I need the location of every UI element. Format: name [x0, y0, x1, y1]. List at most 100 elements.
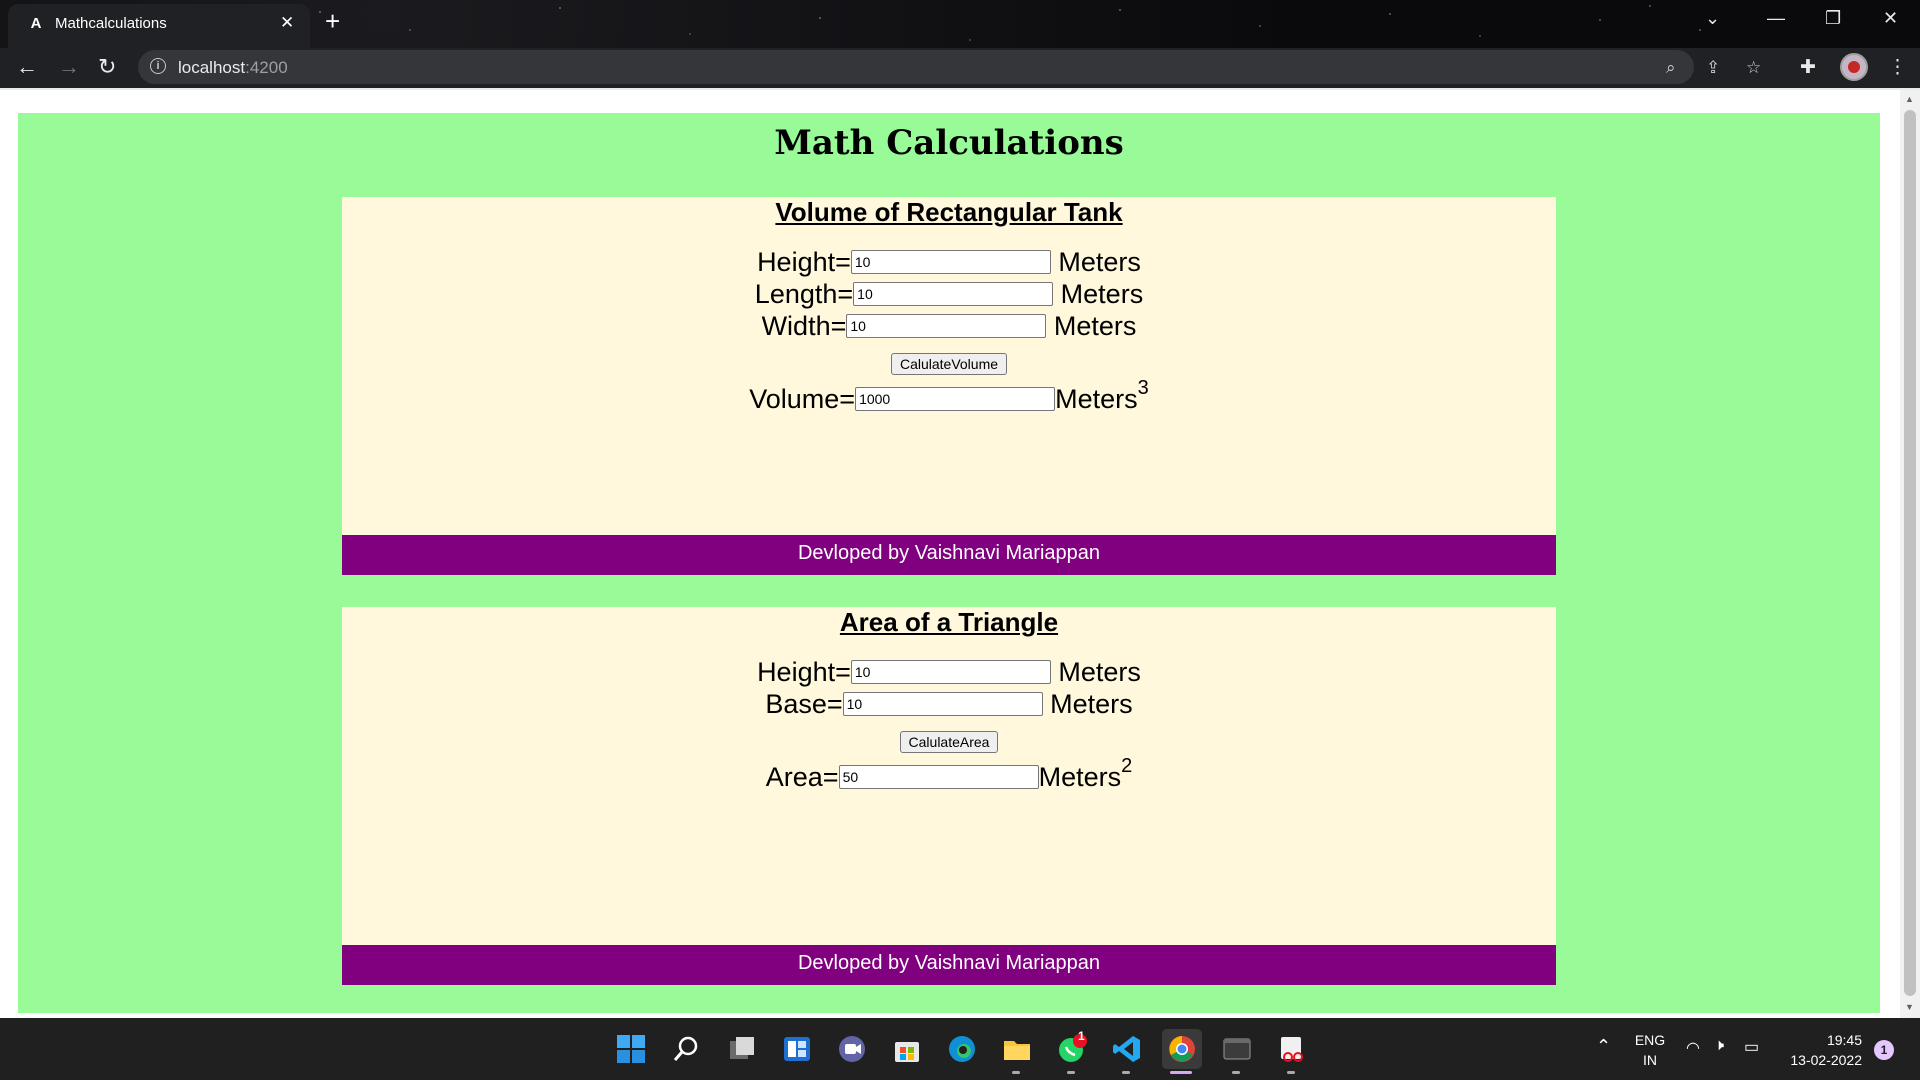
angular-favicon-icon: A [30, 15, 42, 32]
running-indicator [1232, 1071, 1240, 1074]
area-button-row: CalulateArea [342, 731, 1556, 753]
volume-card-heading: Volume of Rectangular Tank [775, 197, 1123, 227]
chrome-active-icon[interactable] [1162, 1029, 1202, 1069]
area-card: Area of a Triangle Height= Meters Base= … [342, 607, 1556, 985]
height-unit: Meters [1058, 247, 1141, 277]
volume-card: Volume of Rectangular Tank Height= Meter… [342, 197, 1556, 575]
microsoft-store-icon[interactable] [891, 1033, 923, 1065]
triangle-height-input[interactable] [850, 659, 1051, 684]
length-row: Length= Meters [342, 279, 1556, 310]
calculate-area-button[interactable]: CalulateArea [899, 731, 999, 753]
share-icon[interactable]: ⇪ [1706, 58, 1720, 78]
page-viewport: Math Calculations Volume of Rectangular … [0, 90, 1900, 1018]
length-unit: Meters [1060, 279, 1144, 309]
volume-button-row: CalulateVolume [342, 353, 1556, 375]
widgets-icon[interactable] [781, 1033, 813, 1065]
page-title: Math Calculations [774, 123, 1124, 163]
whatsapp-badge: 1 [1078, 1029, 1085, 1043]
running-indicator [1012, 1071, 1020, 1074]
reload-icon[interactable]: ↻ [98, 54, 116, 80]
browser-tab[interactable]: A Mathcalculations ✕ [8, 4, 310, 48]
tab-search-icon[interactable]: ⌄ [1705, 8, 1720, 29]
triangle-height-row: Height= Meters [342, 657, 1556, 688]
clock[interactable]: 19:45 13-02-2022 [1780, 1030, 1862, 1070]
width-label: Width= [761, 311, 847, 341]
terminal-icon[interactable] [1221, 1033, 1253, 1065]
height-input[interactable] [850, 249, 1051, 274]
task-view-icon[interactable] [726, 1033, 758, 1065]
browser-titlebar: A Mathcalculations ✕ + ⌄ — ❐ ✕ [0, 0, 1920, 48]
battery-icon[interactable]: ▭ [1744, 1037, 1759, 1057]
vscode-icon[interactable] [1111, 1033, 1143, 1065]
windows-taskbar: 1 ⌃ ENG IN ◠ 🕨 ▭ 19:45 13-02-2022 1 [0, 1018, 1920, 1080]
language-code: ENG [1634, 1032, 1666, 1048]
restore-icon[interactable]: ❐ [1825, 8, 1841, 29]
minimize-icon[interactable]: — [1767, 8, 1785, 29]
area-result-input[interactable] [838, 764, 1039, 789]
extensions-icon[interactable]: ✚ [1800, 56, 1816, 79]
address-bar[interactable]: i localhost:4200 ⌕ ⇪ ☆ [138, 50, 1761, 84]
base-label: Base= [765, 689, 843, 719]
width-unit: Meters [1053, 311, 1137, 341]
volume-card-footer: Devloped by Vaishnavi Mariappan [342, 535, 1556, 575]
browser-toolbar: ← → ↻ i localhost:4200 ⌕ ⇪ ☆ ✚ ⋮ [0, 48, 1920, 88]
page-scrollbar[interactable]: ▲ ▼ [1900, 90, 1920, 1018]
wifi-icon[interactable]: ◠ [1686, 1038, 1700, 1058]
snipping-tool-icon[interactable] [1276, 1033, 1308, 1065]
volume-result-input[interactable] [855, 386, 1056, 411]
close-window-icon[interactable]: ✕ [1883, 8, 1898, 29]
show-hidden-icons-icon[interactable]: ⌃ [1596, 1036, 1611, 1057]
area-card-heading: Area of a Triangle [839, 607, 1059, 637]
width-row: Width= Meters [342, 311, 1556, 342]
length-input[interactable] [853, 281, 1054, 306]
region-code: IN [1643, 1052, 1657, 1068]
url-text: localhost:4200 [178, 58, 288, 77]
area-result-exponent: 2 [1121, 755, 1133, 777]
triangle-height-label: Height= [757, 657, 851, 687]
file-explorer-icon[interactable] [1001, 1033, 1033, 1065]
back-icon[interactable]: ← [16, 54, 38, 80]
area-result-unit: Meters [1038, 762, 1122, 792]
height-row: Height= Meters [342, 247, 1556, 278]
tab-title: Mathcalculations [55, 15, 167, 32]
scroll-down-icon[interactable]: ▼ [1905, 1002, 1914, 1012]
area-result-label: Area= [765, 762, 839, 792]
new-tab-icon[interactable]: + [325, 6, 340, 37]
profile-avatar[interactable] [1840, 53, 1868, 81]
active-indicator [1170, 1071, 1192, 1074]
height-label: Height= [757, 247, 851, 277]
clock-date: 13-02-2022 [1790, 1052, 1862, 1068]
running-indicator [1287, 1071, 1295, 1074]
area-result-row: Area= Meters2 [342, 755, 1556, 793]
base-input[interactable] [842, 691, 1043, 716]
width-input[interactable] [846, 313, 1047, 338]
edge-browser-icon[interactable] [946, 1033, 978, 1065]
start-windows-icon[interactable] [615, 1033, 647, 1065]
calculate-volume-button[interactable]: CalulateVolume [890, 353, 1008, 375]
menu-icon[interactable]: ⋮ [1888, 56, 1907, 79]
base-unit: Meters [1050, 689, 1133, 719]
volume-result-label: Volume= [749, 384, 856, 414]
scroll-up-icon[interactable]: ▲ [1905, 94, 1914, 104]
scrollbar-thumb[interactable] [1904, 110, 1916, 996]
length-label: Length= [754, 279, 854, 309]
triangle-height-unit: Meters [1058, 657, 1141, 687]
zoom-icon[interactable]: ⌕ [1666, 58, 1676, 78]
close-tab-icon[interactable]: ✕ [280, 13, 294, 33]
volume-muted-icon[interactable]: 🕨 [1714, 1037, 1724, 1055]
notification-badge[interactable]: 1 [1874, 1040, 1894, 1060]
teams-chat-icon[interactable] [836, 1033, 868, 1065]
base-row: Base= Meters [342, 689, 1556, 720]
running-indicator [1067, 1071, 1075, 1074]
running-indicator [1122, 1071, 1130, 1074]
site-info-icon[interactable]: i [150, 58, 166, 74]
bookmark-star-icon[interactable]: ☆ [1746, 58, 1761, 78]
forward-icon[interactable]: → [58, 54, 80, 80]
search-icon[interactable] [670, 1033, 702, 1065]
area-card-footer: Devloped by Vaishnavi Mariappan [342, 945, 1556, 985]
volume-result-exponent: 3 [1137, 377, 1149, 399]
volume-result-unit: Meters [1055, 384, 1138, 414]
clock-time: 19:45 [1826, 1032, 1862, 1048]
language-indicator[interactable]: ENG IN [1630, 1030, 1670, 1070]
volume-result-row: Volume= Meters3 [342, 377, 1556, 415]
